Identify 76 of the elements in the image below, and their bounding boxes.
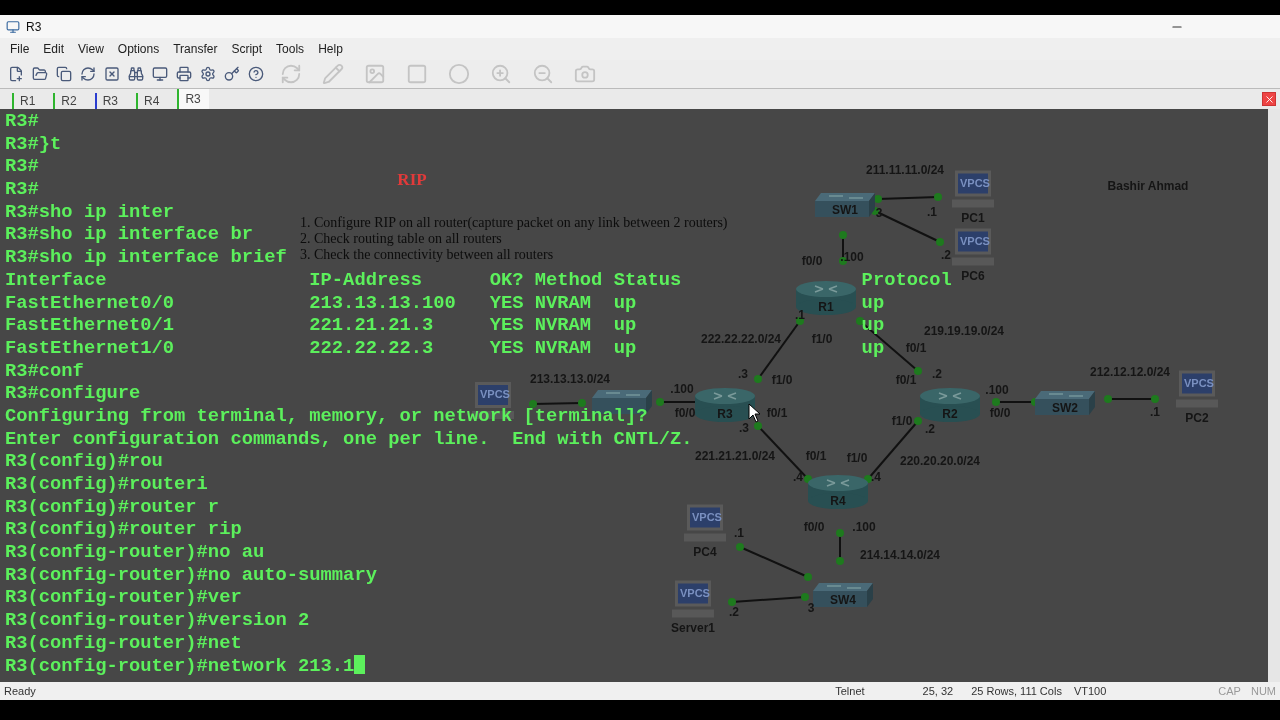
screen-text: VPCS bbox=[960, 234, 990, 247]
terminal-text: R3(config)#routeri bbox=[5, 473, 208, 495]
node-label: R3 bbox=[717, 407, 733, 421]
terminal-text: R3#}t bbox=[5, 132, 62, 155]
node-label: R1 bbox=[818, 300, 834, 314]
menu-item[interactable]: File bbox=[4, 40, 36, 58]
screen-text: VPCS bbox=[960, 176, 990, 189]
node-label: SW4 bbox=[830, 593, 856, 607]
session-tab[interactable]: R3 bbox=[177, 89, 209, 109]
menu-item[interactable]: Script bbox=[225, 40, 269, 58]
terminal-text: Enter configuration commands, one per line. bbox=[5, 427, 490, 450]
menu-item[interactable]: Options bbox=[111, 40, 166, 58]
terminal-text: Configuring from terminal, memory, or network [terminal]? bbox=[5, 404, 648, 427]
terminal-text: R3(config-router)#network 213.1 bbox=[5, 654, 355, 677]
link-label: .1 bbox=[795, 308, 805, 322]
status-message: Ready bbox=[4, 685, 36, 697]
terminal-text: R3(config)#router rip bbox=[5, 518, 242, 541]
node-label: SW1 bbox=[832, 203, 858, 217]
node-label: SW2 bbox=[1052, 401, 1078, 415]
screen-text: VPCS bbox=[680, 586, 710, 599]
menu-item[interactable]: Help bbox=[312, 40, 349, 58]
terminal-emulation: VT100 bbox=[1073, 685, 1107, 697]
terminal-text: End with CNTL/Z. bbox=[512, 427, 693, 450]
terminal-text: R3# bbox=[5, 155, 39, 178]
terminal-text: R3(config)#rou bbox=[5, 450, 163, 473]
terminal-text: R3(config-router)#version 2 bbox=[5, 609, 310, 632]
terminal-text: FastEthernet1/0 bbox=[5, 336, 175, 359]
terminal-text: R3#configure bbox=[5, 382, 141, 405]
terminal-text: IP-Address bbox=[309, 268, 423, 291]
terminal-text: 221.21.21.3 bbox=[309, 314, 434, 337]
terminal-text: R3# bbox=[5, 110, 39, 132]
terminal-text: R3(config-router)#no au bbox=[5, 541, 265, 564]
terminal-text: YES NVRAM bbox=[489, 336, 592, 359]
terminal-text: R3(config-router)#ver bbox=[5, 586, 242, 609]
menu-item[interactable]: Edit bbox=[37, 40, 71, 58]
key-indicator: CAP bbox=[1218, 685, 1241, 697]
window-title: R3 bbox=[26, 19, 42, 34]
terminal-text: up bbox=[613, 291, 637, 314]
terminal-text: 222.22.22.3 bbox=[309, 336, 434, 359]
menu-item[interactable]: View bbox=[72, 40, 110, 58]
screen-text: VPCS bbox=[480, 388, 510, 400]
terminal-text: Interface bbox=[5, 268, 107, 291]
task-text: 3. Check the connectivity between all routers bbox=[300, 247, 554, 263]
terminal-text: up bbox=[861, 336, 885, 359]
terminal-text: R3(config-router)#no auto-summary bbox=[5, 563, 377, 586]
terminal-text: 213.13.13.100 bbox=[309, 291, 456, 314]
screen-text: VPCS bbox=[1184, 376, 1214, 389]
terminal-text: up bbox=[861, 314, 885, 337]
terminal-text: FastEthernet0/1 bbox=[5, 314, 175, 337]
terminal-text: OK? Method Status bbox=[489, 268, 682, 291]
task-text: 2. Check routing table on all routers bbox=[300, 231, 502, 247]
cursor-position: 25, 32 bbox=[922, 685, 954, 697]
terminal-text: R3(config-router)#net bbox=[5, 631, 242, 654]
screen-text: VPCS bbox=[692, 510, 722, 523]
terminal-text: R3(config)#router r bbox=[5, 495, 220, 518]
terminal-size: 25 Rows, 111 Cols bbox=[971, 685, 1062, 697]
terminal-text: FastEthernet0/0 bbox=[5, 291, 175, 314]
diagram-title: RIP bbox=[397, 170, 427, 190]
terminal-text: R3#sho ip interface br bbox=[5, 223, 253, 246]
menu-item[interactable]: Tools bbox=[270, 40, 311, 58]
terminal-text: YES NVRAM bbox=[489, 314, 592, 337]
terminal-text: R3#conf bbox=[5, 359, 84, 382]
terminal-text: up bbox=[613, 336, 637, 359]
terminal-text: up bbox=[613, 314, 637, 337]
menu-item[interactable]: Transfer bbox=[167, 40, 224, 58]
terminal-text: R3#sho ip inter bbox=[5, 200, 175, 223]
status-protocol: Telnet bbox=[835, 685, 865, 697]
terminal-text: YES NVRAM bbox=[489, 291, 592, 314]
terminal-text: Protocol bbox=[861, 268, 952, 291]
node-label: R2 bbox=[942, 407, 958, 421]
key-indicator: NUM bbox=[1250, 685, 1276, 697]
terminal-text: up bbox=[861, 291, 885, 314]
node-label: R4 bbox=[830, 494, 846, 508]
terminal-text: R3#sho ip interface brief bbox=[5, 246, 287, 269]
terminal-text: R3# bbox=[5, 178, 39, 201]
link-label: .100 bbox=[840, 250, 864, 264]
